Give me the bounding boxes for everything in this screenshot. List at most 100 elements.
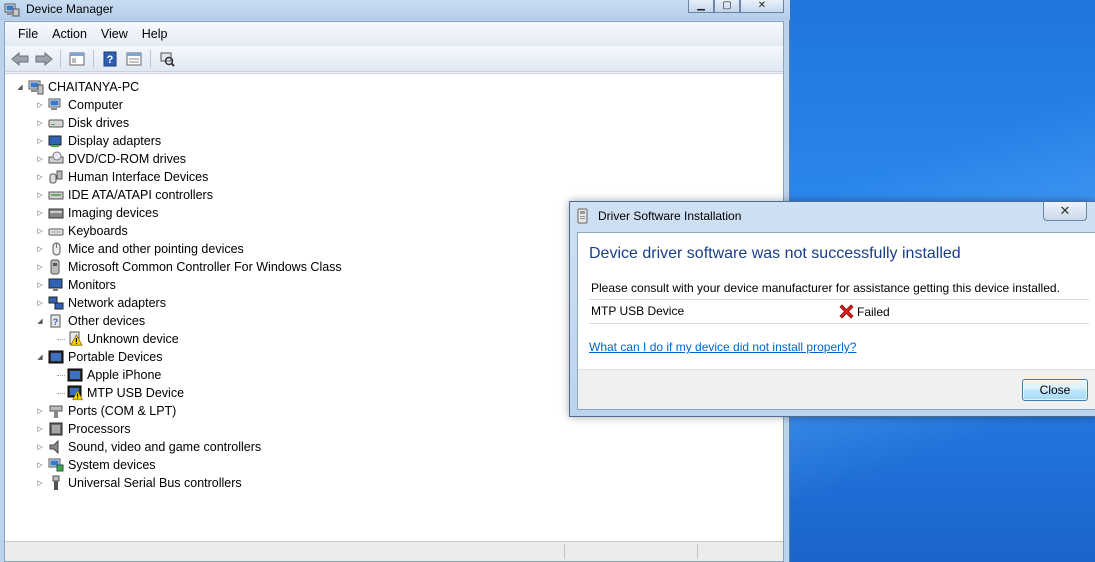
device-category-row[interactable]: ▷ Imaging devices <box>35 204 158 222</box>
device-category-row[interactable]: ▷ Processors <box>35 420 131 438</box>
device-category-label: System devices <box>68 458 156 472</box>
back-button[interactable] <box>9 49 31 69</box>
show-hide-console-tree-button[interactable] <box>66 49 88 69</box>
help-button[interactable]: ? <box>99 49 121 69</box>
scan-hardware-button[interactable] <box>156 49 178 69</box>
collapse-arrow-icon[interactable]: ◢ <box>35 352 45 362</box>
status-divider <box>697 544 698 559</box>
close-icon: ✕ <box>757 0 767 11</box>
device-category-row[interactable]: ▷ Mice and other pointing devices <box>35 240 244 258</box>
expand-arrow-icon[interactable]: ▷ <box>35 442 45 452</box>
expand-arrow-icon[interactable]: ▷ <box>35 280 45 290</box>
display-adapter-icon <box>48 133 64 149</box>
expand-arrow-icon[interactable]: ▷ <box>35 262 45 272</box>
expand-arrow-icon[interactable]: ▷ <box>35 100 45 110</box>
expand-arrow-icon[interactable]: ▷ <box>35 118 45 128</box>
device-row[interactable]: Unknown device <box>57 330 179 348</box>
help-link[interactable]: What can I do if my device did not insta… <box>589 340 856 354</box>
collapse-arrow-icon[interactable]: ◢ <box>15 82 25 92</box>
status-divider <box>564 544 565 559</box>
device-category-row[interactable]: ◢? Other devices <box>35 312 145 330</box>
device-category-label: Portable Devices <box>68 350 163 364</box>
properties-icon <box>126 52 142 65</box>
dialog-titlebar[interactable]: Driver Software Installation ✕ <box>570 202 1095 230</box>
device-category-label: Keyboards <box>68 224 128 238</box>
driver-install-dialog: Driver Software Installation ✕ Device dr… <box>569 201 1095 417</box>
portable-device-icon <box>67 367 83 383</box>
expand-arrow-icon[interactable]: ▷ <box>35 424 45 434</box>
device-category-label: Universal Serial Bus controllers <box>68 476 242 490</box>
expand-arrow-icon[interactable]: ▷ <box>35 460 45 470</box>
device-category-row[interactable]: ◢ Portable Devices <box>35 348 163 366</box>
svg-text:?: ? <box>107 54 114 66</box>
device-category-row[interactable]: ▷ Ports (COM & LPT) <box>35 402 176 420</box>
device-category-row[interactable]: ▷ Human Interface Devices <box>35 168 208 186</box>
expand-arrow-icon[interactable]: ▷ <box>35 226 45 236</box>
status-bar <box>5 541 783 561</box>
menu-file[interactable]: File <box>11 25 45 43</box>
expand-arrow-icon[interactable]: ▷ <box>35 172 45 182</box>
device-category-row[interactable]: ▷ System devices <box>35 456 156 474</box>
dialog-close-button[interactable]: ✕ <box>1043 202 1087 221</box>
tree-root[interactable]: ◢ CHAITANYA-PC <box>15 78 139 96</box>
expand-arrow-icon[interactable]: ▷ <box>35 136 45 146</box>
forward-arrow-icon <box>35 51 53 66</box>
collapse-arrow-icon[interactable]: ◢ <box>35 316 45 326</box>
dialog-heading: Device driver software was not successfu… <box>589 245 961 262</box>
device-label: MTP USB Device <box>87 386 185 400</box>
svg-text:?: ? <box>53 317 59 327</box>
device-category-row[interactable]: ▷ Keyboards <box>35 222 128 240</box>
maximize-button[interactable]: ▢ <box>714 0 740 13</box>
expand-arrow-icon[interactable]: ▷ <box>35 478 45 488</box>
expand-arrow-icon[interactable]: ▷ <box>35 154 45 164</box>
device-category-label: Sound, video and game controllers <box>68 440 262 454</box>
device-category-label: DVD/CD-ROM drives <box>68 152 187 166</box>
menu-help[interactable]: Help <box>135 25 175 43</box>
expand-arrow-icon[interactable]: ▷ <box>35 298 45 308</box>
device-category-row[interactable]: ▷ Universal Serial Bus controllers <box>35 474 242 492</box>
hid-icon <box>48 169 64 185</box>
device-category-label: Network adapters <box>68 296 166 310</box>
menu-view[interactable]: View <box>94 25 135 43</box>
failed-x-icon <box>839 304 854 319</box>
ide-controller-icon <box>48 187 64 203</box>
unknown-device-warning-icon <box>67 331 83 347</box>
menu-action[interactable]: Action <box>45 25 94 43</box>
monitor-icon <box>48 277 64 293</box>
device-label: Apple iPhone <box>87 368 162 382</box>
expand-arrow-icon[interactable]: ▷ <box>35 208 45 218</box>
device-category-row[interactable]: ▷ Disk drives <box>35 114 129 132</box>
expand-arrow-icon[interactable]: ▷ <box>35 190 45 200</box>
device-category-row[interactable]: ▷ Monitors <box>35 276 116 294</box>
device-category-row[interactable]: ▷ Sound, video and game controllers <box>35 438 261 456</box>
device-category-row[interactable]: ▷ IDE ATA/ATAPI controllers <box>35 186 213 204</box>
properties-button[interactable] <box>123 49 145 69</box>
system-device-icon <box>48 457 64 473</box>
toolbar-separator <box>150 49 151 68</box>
device-category-row[interactable]: ▷ Microsoft Common Controller For Windows… <box>35 258 342 276</box>
device-category-label: Other devices <box>68 314 146 328</box>
device-category-row[interactable]: ▷ Network adapters <box>35 294 166 312</box>
expand-arrow-icon[interactable]: ▷ <box>35 406 45 416</box>
device-category-label: Mice and other pointing devices <box>68 242 244 256</box>
device-category-row[interactable]: ▷ Display adapters <box>35 132 161 150</box>
device-manager-titlebar[interactable]: Device Manager ▁ ▢ ✕ <box>0 0 790 20</box>
device-row[interactable]: Apple iPhone <box>57 366 162 384</box>
dialog-footer: Close <box>578 369 1095 409</box>
device-category-row[interactable]: ▷ DVD/CD-ROM drives <box>35 150 186 168</box>
expand-arrow-icon[interactable]: ▷ <box>35 244 45 254</box>
controller-icon <box>48 259 64 275</box>
minimize-button[interactable]: ▁ <box>688 0 714 13</box>
close-icon: ✕ <box>1059 203 1071 218</box>
close-window-button[interactable]: ✕ <box>740 0 784 13</box>
device-category-row[interactable]: ▷ Computer <box>35 96 123 114</box>
device-category-label: Processors <box>68 422 131 436</box>
failed-device-name: MTP USB Device <box>591 304 685 318</box>
maximize-icon: ▢ <box>722 0 732 11</box>
device-category-label: Display adapters <box>68 134 162 148</box>
close-button[interactable]: Close <box>1022 379 1088 401</box>
dialog-divider <box>589 323 1089 324</box>
imaging-device-icon <box>48 205 64 221</box>
forward-button[interactable] <box>33 49 55 69</box>
device-row[interactable]: MTP USB Device <box>57 384 185 402</box>
